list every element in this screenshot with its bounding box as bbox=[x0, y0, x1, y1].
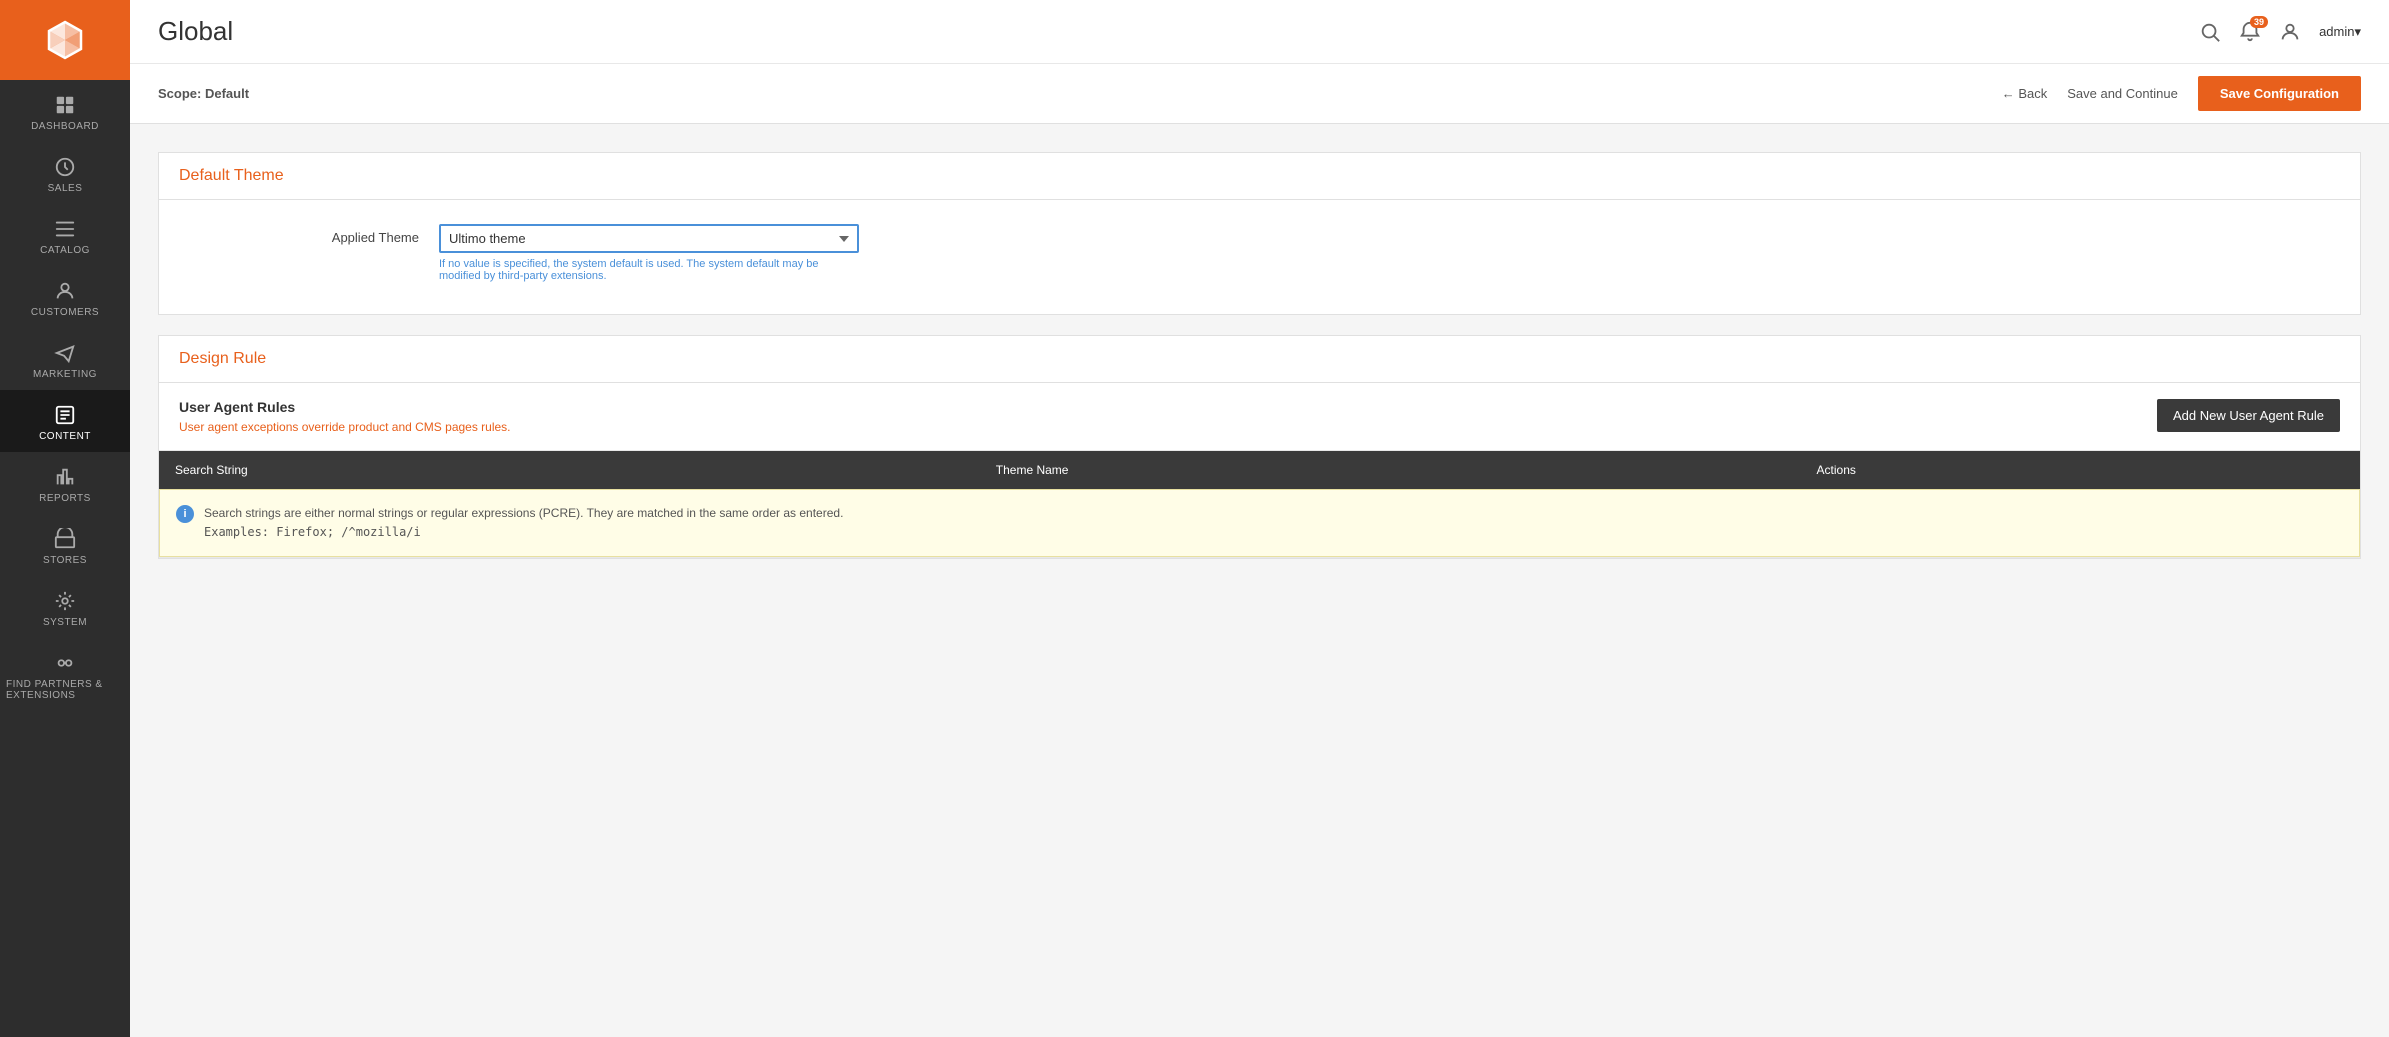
main-content: Global 39 admin▾ Scope: Default ← Back S bbox=[130, 0, 2389, 1037]
content-icon bbox=[54, 404, 76, 426]
applied-theme-label: Applied Theme bbox=[179, 224, 439, 245]
sales-icon bbox=[54, 156, 76, 178]
scope-actions: ← Back Save and Continue Save Configurat… bbox=[2002, 76, 2361, 111]
user-agent-rules-header: User Agent Rules User agent exceptions o… bbox=[159, 383, 2360, 451]
dashboard-icon bbox=[54, 94, 76, 116]
stores-icon bbox=[54, 528, 76, 550]
applied-theme-select[interactable]: Ultimo theme bbox=[439, 224, 859, 253]
sidebar-item-label: CUSTOMERS bbox=[31, 307, 99, 318]
back-button[interactable]: ← Back bbox=[2002, 86, 2048, 101]
default-theme-section: Default Theme Applied Theme Ultimo theme… bbox=[158, 152, 2361, 315]
design-rule-section: Design Rule User Agent Rules User agent … bbox=[158, 335, 2361, 559]
info-text: Search strings are either normal strings… bbox=[204, 504, 843, 542]
scope-info: Scope: Default bbox=[158, 85, 249, 103]
notifications-button[interactable]: 39 bbox=[2239, 21, 2261, 43]
col-theme-name: Theme Name bbox=[980, 451, 1801, 489]
scope-label: Scope: Default bbox=[158, 86, 249, 101]
sidebar-item-sales[interactable]: SALES bbox=[0, 142, 130, 204]
uar-title-block: User Agent Rules User agent exceptions o… bbox=[179, 399, 511, 434]
add-user-agent-rule-button[interactable]: Add New User Agent Rule bbox=[2157, 399, 2340, 432]
marketing-icon bbox=[54, 342, 76, 364]
sidebar-item-label: CATALOG bbox=[40, 245, 90, 256]
info-cell: i Search strings are either normal strin… bbox=[159, 489, 2360, 558]
default-theme-header: Default Theme bbox=[159, 153, 2360, 200]
sidebar-item-customers[interactable]: CUSTOMERS bbox=[0, 266, 130, 328]
sidebar-item-label: STORES bbox=[43, 555, 87, 566]
header-actions: 39 admin▾ bbox=[2199, 21, 2361, 43]
search-button[interactable] bbox=[2199, 21, 2221, 43]
sidebar-item-marketing[interactable]: MARKETING bbox=[0, 328, 130, 390]
sidebar-item-label: DASHBOARD bbox=[31, 121, 99, 132]
system-icon bbox=[54, 590, 76, 612]
sidebar: DASHBOARD SALES CATALOG CUSTOMERS MARKET… bbox=[0, 0, 130, 1037]
partners-icon bbox=[54, 652, 76, 674]
page-body: Default Theme Applied Theme Ultimo theme… bbox=[130, 124, 2389, 1037]
info-box: i Search strings are either normal strin… bbox=[159, 489, 2360, 557]
sidebar-item-reports[interactable]: REPORTS bbox=[0, 452, 130, 514]
col-search-string: Search String bbox=[159, 451, 980, 489]
applied-theme-field: Ultimo theme If no value is specified, t… bbox=[439, 224, 859, 282]
info-row: i Search strings are either normal strin… bbox=[159, 489, 2360, 558]
design-rule-header: Design Rule bbox=[159, 336, 2360, 383]
magento-logo-icon bbox=[43, 18, 87, 62]
user-button[interactable] bbox=[2279, 21, 2301, 43]
catalog-icon bbox=[54, 218, 76, 240]
sidebar-item-stores[interactable]: STORES bbox=[0, 514, 130, 576]
top-header: Global 39 admin▾ bbox=[130, 0, 2389, 64]
sidebar-item-label: CONTENT bbox=[39, 431, 91, 442]
sidebar-item-system[interactable]: SYSTEM bbox=[0, 576, 130, 638]
scope-bar: Scope: Default ← Back Save and Continue … bbox=[130, 64, 2389, 124]
sidebar-item-label: REPORTS bbox=[39, 493, 91, 504]
uar-subtitle: User agent exceptions override product a… bbox=[179, 420, 511, 434]
user-agent-rules-table: Search String Theme Name Actions i bbox=[159, 451, 2360, 558]
sidebar-item-dashboard[interactable]: DASHBOARD bbox=[0, 80, 130, 142]
search-icon bbox=[2199, 21, 2221, 43]
sidebar-item-label: FIND PARTNERS & EXTENSIONS bbox=[6, 679, 124, 701]
notification-badge: 39 bbox=[2250, 16, 2268, 28]
page-title: Global bbox=[158, 16, 233, 47]
default-theme-body: Applied Theme Ultimo theme If no value i… bbox=[159, 200, 2360, 314]
uar-title: User Agent Rules bbox=[179, 399, 511, 415]
save-configuration-button[interactable]: Save Configuration bbox=[2198, 76, 2361, 111]
sidebar-item-label: SALES bbox=[48, 183, 83, 194]
sidebar-item-label: SYSTEM bbox=[43, 617, 87, 628]
table-head: Search String Theme Name Actions bbox=[159, 451, 2360, 489]
reports-icon bbox=[54, 466, 76, 488]
sidebar-item-partners[interactable]: FIND PARTNERS & EXTENSIONS bbox=[0, 638, 130, 711]
applied-theme-hint: If no value is specified, the system def… bbox=[439, 258, 859, 282]
admin-label[interactable]: admin▾ bbox=[2319, 24, 2361, 40]
sidebar-item-content[interactable]: CONTENT bbox=[0, 390, 130, 452]
col-actions: Actions bbox=[1801, 451, 2360, 489]
sidebar-item-label: MARKETING bbox=[33, 369, 97, 380]
table-body: i Search strings are either normal strin… bbox=[159, 489, 2360, 558]
sidebar-item-catalog[interactable]: CATALOG bbox=[0, 204, 130, 266]
info-icon: i bbox=[176, 505, 194, 523]
table-header-row: Search String Theme Name Actions bbox=[159, 451, 2360, 489]
save-continue-button[interactable]: Save and Continue bbox=[2067, 80, 2178, 107]
applied-theme-row: Applied Theme Ultimo theme If no value i… bbox=[179, 224, 2340, 282]
customers-icon bbox=[54, 280, 76, 302]
sidebar-logo bbox=[0, 0, 130, 80]
design-rule-body: User Agent Rules User agent exceptions o… bbox=[159, 383, 2360, 558]
user-icon bbox=[2279, 21, 2301, 43]
